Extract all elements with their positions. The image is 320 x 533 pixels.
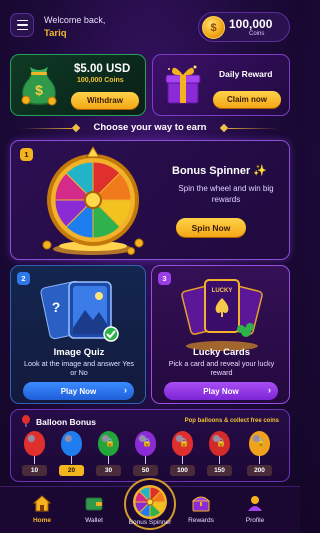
daily-reward-card: Daily Reward Claim now [152, 54, 290, 116]
image-quiz-subtitle: Look at the image and answer Yes or No [24, 359, 134, 377]
nav-profile-label: Profile [245, 517, 265, 524]
balloon-value: 20 [59, 465, 84, 476]
lucky-cards-card[interactable]: 3 LUCKY Lucky Cards Pick a card and reve… [151, 265, 290, 404]
balloon-value: 50 [133, 465, 158, 476]
spin-wheel-icon [42, 146, 144, 255]
treasure-chest-icon [191, 496, 211, 512]
balloon-string [182, 456, 183, 464]
nav-rewards[interactable]: Rewards [176, 487, 226, 533]
balloon-item[interactable]: 🔒 200 [247, 431, 272, 481]
balloon-value: 100 [170, 465, 195, 476]
profile-icon [248, 496, 262, 511]
claim-now-button[interactable]: Claim now [213, 91, 281, 108]
money-bag-icon: $ [21, 67, 57, 106]
nav-wallet-label: Wallet [85, 517, 103, 524]
balloon-body: 🔒 [98, 431, 119, 456]
coin-balance[interactable]: $ 100,000 Coins [198, 12, 290, 42]
withdraw-button[interactable]: Withdraw [71, 92, 139, 109]
balloon-string [71, 456, 72, 464]
balloon-item[interactable]: 20 [59, 431, 84, 481]
balloon-icon [22, 415, 30, 427]
lock-icon: 🔒 [256, 438, 266, 447]
balloon-value: 200 [247, 465, 272, 476]
balloon-string [34, 456, 35, 464]
chevron-right-icon: › [268, 385, 271, 395]
lucky-cards-icon: LUCKY [181, 279, 263, 351]
balloon-value: 150 [207, 465, 232, 476]
nav-profile[interactable]: Profile [230, 487, 280, 533]
balloon-body: 🔒 [135, 431, 156, 456]
lock-icon: 🔒 [105, 438, 115, 447]
lock-icon: 🔒 [216, 438, 226, 447]
daily-reward-label: Daily Reward [219, 69, 273, 79]
balloon-string [219, 456, 220, 464]
balloon-item[interactable]: 🔒 50 [133, 431, 158, 481]
card-number-badge: 1 [20, 148, 33, 161]
balloon-item[interactable]: 🔒 100 [170, 431, 195, 481]
card-number-badge: 2 [17, 272, 30, 285]
balloon-body [24, 431, 45, 456]
nav-rewards-label: Rewards [188, 517, 214, 524]
bottom-nav: Home Wallet Bonus Spinner Rewards Profil… [0, 478, 300, 533]
spinner-subtitle: Spin the wheel and win big rewards [178, 184, 274, 204]
balloon-string [108, 456, 109, 464]
balloon-bonus-subtitle: Pop balloons & collect free coins [184, 418, 279, 424]
nav-home[interactable]: Home [17, 487, 67, 533]
header: Welcome back, Tariq $ 100,000 Coins [0, 0, 300, 50]
menu-icon[interactable] [10, 13, 34, 37]
lock-icon: 🔒 [179, 438, 189, 447]
balloon-bonus-title: Balloon Bonus [36, 417, 96, 427]
balloon-bonus-card: Balloon Bonus Pop balloons & collect fre… [10, 409, 290, 482]
spin-now-button[interactable]: Spin Now [176, 218, 246, 237]
chevron-right-icon: › [124, 385, 127, 395]
balloon-value: 30 [96, 465, 121, 476]
balloon-string [145, 456, 146, 464]
balloon-item[interactable]: 🔒 30 [96, 431, 121, 481]
card-number-badge: 3 [158, 272, 171, 285]
title-divider-right [228, 128, 278, 129]
home-icon [32, 495, 52, 512]
bonus-spinner-card[interactable]: 1 Bonus Spinner ✨ Spin the wheel and win… [10, 140, 290, 260]
svg-text:$: $ [35, 82, 43, 98]
play-now-label: Play Now [60, 386, 97, 396]
lucky-card-text: LUCKY [212, 288, 233, 294]
nav-spinner-label: Bonus Spinner [128, 519, 172, 526]
image-quiz-title: Image Quiz [53, 347, 105, 358]
nav-home-label: Home [32, 517, 52, 524]
coin-icon: $ [202, 16, 225, 39]
nav-wallet[interactable]: Wallet [69, 487, 119, 533]
coin-amount: 100,000 [229, 17, 273, 31]
balloon-body: 🔒 [249, 431, 270, 456]
balloon-value: 10 [22, 465, 47, 476]
balloon-item[interactable]: 10 [22, 431, 47, 481]
balloon-body [61, 431, 82, 456]
balloon-item[interactable]: 🔒 150 [207, 431, 232, 481]
image-quiz-play-button[interactable]: Play Now › [23, 382, 134, 400]
gift-icon [165, 65, 201, 104]
coin-unit: Coins [249, 31, 265, 37]
usd-coins: 100,000 Coins [77, 77, 124, 84]
image-quiz-icon: ? [40, 280, 119, 342]
svg-text:?: ? [52, 299, 61, 315]
username: Tariq [44, 28, 67, 39]
image-quiz-card[interactable]: 2 ? Image Quiz Look at the image and ans… [10, 265, 146, 404]
lucky-cards-title: Lucky Cards [192, 347, 251, 358]
lock-icon: 🔒 [142, 438, 152, 447]
play-now-label: Play Now [203, 386, 239, 396]
spinner-title: Bonus Spinner ✨ [172, 165, 267, 177]
wallet-card: $ $5.00 USD 100,000 Coins Withdraw [10, 54, 146, 116]
welcome-text: Welcome back, [44, 15, 106, 25]
usd-amount: $5.00 USD [74, 63, 131, 75]
balloon-body: 🔒 [172, 431, 193, 456]
wallet-icon [85, 497, 103, 511]
lucky-cards-subtitle: Pick a card and reveal your lucky reward [168, 359, 275, 377]
lucky-cards-play-button[interactable]: Play Now › [164, 382, 278, 400]
balloon-string [259, 456, 260, 464]
balloon-body: 🔒 [209, 431, 230, 456]
